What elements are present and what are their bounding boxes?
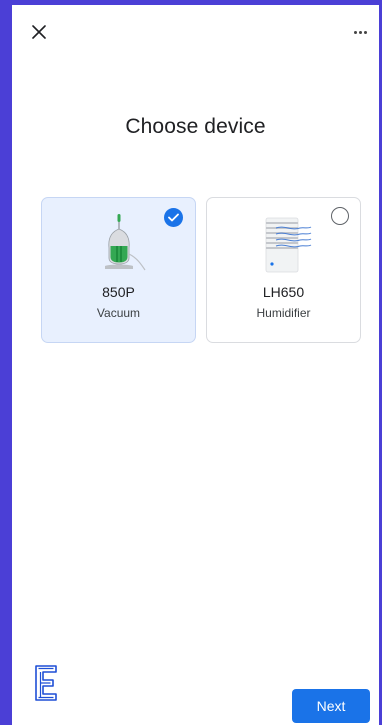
device-card-lh650[interactable]: LH650 Humidifier — [206, 197, 361, 343]
close-icon — [32, 25, 46, 39]
humidifier-icon — [265, 217, 311, 273]
vacuum-icon — [104, 214, 145, 271]
close-button[interactable] — [28, 21, 50, 43]
more-options-button[interactable] — [347, 23, 373, 41]
choose-device-screen: Choose device 850P Vacuum LH650 Humidifi… — [12, 5, 379, 725]
next-button[interactable]: Next — [292, 689, 370, 723]
window-frame-left — [0, 0, 12, 725]
radio-unselected-icon[interactable] — [331, 207, 349, 225]
selected-check-icon — [164, 208, 183, 227]
device-type: Vacuum — [96, 306, 141, 320]
device-type: Humidifier — [256, 306, 311, 320]
brand-e-logo-icon — [35, 665, 57, 701]
device-model: 850P — [102, 284, 135, 300]
device-card-850p[interactable]: 850P Vacuum — [41, 197, 196, 343]
device-model: LH650 — [262, 284, 305, 300]
more-horiz-icon — [353, 30, 367, 34]
page-title: Choose device — [125, 115, 266, 138]
